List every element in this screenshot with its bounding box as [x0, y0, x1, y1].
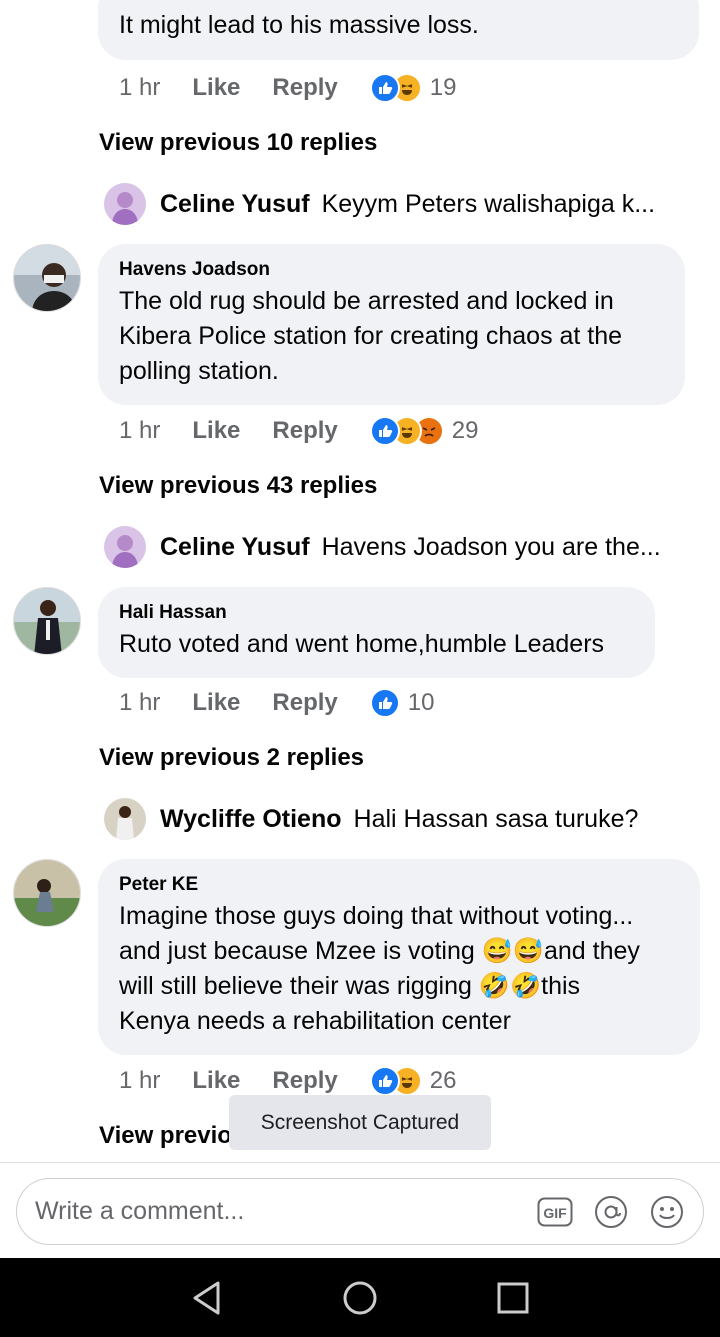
comment-text-line: polling station. — [119, 357, 279, 385]
comment-text-line: Kenya needs a rehabilitation center — [119, 1007, 511, 1035]
view-previous-replies[interactable]: View previous 2 replies — [99, 744, 364, 772]
screenshot-toast: Screenshot Captured — [229, 1095, 491, 1150]
comment-time: 1 hr — [119, 1067, 161, 1094]
comment-author[interactable]: Havens Joadson — [119, 258, 663, 282]
comment-input[interactable]: Write a comment... GIF — [16, 1178, 704, 1245]
gif-label: GIF — [543, 1205, 567, 1221]
reply-button[interactable]: Reply — [272, 417, 337, 445]
reply-author-name: Wycliffe Otieno — [160, 804, 342, 833]
like-button[interactable]: Like — [192, 417, 240, 445]
gif-icon[interactable]: GIF — [537, 1194, 573, 1230]
view-previous-replies[interactable]: View previous 43 replies — [99, 472, 377, 500]
reply-button[interactable]: Reply — [272, 1067, 337, 1095]
back-nav-icon[interactable] — [185, 1276, 229, 1320]
comment-time: 1 hr — [119, 74, 161, 101]
comment-author[interactable]: Hali Hassan — [119, 601, 633, 625]
comment-text-line: Imagine those guys doing that without vo… — [119, 902, 634, 930]
comment-bubble[interactable]: Havens Joadson The old rug should be arr… — [98, 244, 685, 405]
reply-author-name: Celine Yusuf — [160, 189, 310, 218]
comment-text: Ruto voted and went home,humble Leaders — [119, 630, 605, 658]
reaction-count: 29 — [451, 417, 479, 444]
avatar[interactable] — [13, 587, 81, 655]
reply-preview[interactable]: Celine Yusuf Havens Joadson you are the.… — [104, 526, 661, 568]
reply-preview[interactable]: Celine Yusuf Keyym Peters walishapiga k.… — [104, 183, 655, 225]
system-nav-bar — [0, 1258, 720, 1337]
composer-icons: GIF — [517, 1194, 685, 1230]
like-reaction-icon — [369, 416, 400, 446]
comment-time: 1 hr — [119, 417, 161, 444]
avatar[interactable] — [13, 244, 81, 312]
comment-actions: 1 hr Like Reply 29 — [119, 411, 478, 451]
comment-text-line: and just because Mzee is voting 😅😅and th… — [119, 937, 640, 965]
reactions-summary[interactable] — [369, 416, 444, 446]
view-previous-replies[interactable]: View previous 10 replies — [99, 129, 377, 157]
like-reaction-icon — [369, 1066, 400, 1096]
comment-text-line: The old rug should be arrested and locke… — [119, 287, 614, 315]
avatar[interactable] — [13, 859, 81, 927]
comment-input-placeholder: Write a comment... — [35, 1197, 245, 1225]
reactions-summary[interactable] — [369, 1066, 422, 1096]
comment-composer-bar: Write a comment... GIF — [0, 1162, 720, 1258]
comment-author[interactable]: Peter KE — [119, 873, 678, 897]
reactions-summary[interactable] — [369, 73, 422, 103]
reaction-count: 10 — [407, 689, 435, 716]
reply-text: Hali Hassan sasa turuke? — [353, 804, 639, 833]
reply-button[interactable]: Reply — [272, 74, 337, 102]
reactions-summary[interactable] — [369, 688, 400, 718]
comment-actions: 1 hr Like Reply 19 — [119, 68, 456, 108]
like-reaction-icon — [369, 688, 400, 718]
comment-bubble[interactable]: Hali Hassan Ruto voted and went home,hum… — [98, 587, 655, 678]
like-reaction-icon — [369, 73, 400, 103]
reply-author-name: Celine Yusuf — [160, 532, 310, 561]
recents-nav-icon[interactable] — [491, 1276, 535, 1320]
home-nav-icon[interactable] — [338, 1276, 382, 1320]
reaction-count: 26 — [429, 1067, 457, 1094]
comment-text-line: Kibera Police station for creating chaos… — [119, 322, 623, 350]
comment-bubble[interactable]: It might lead to his massive loss. — [98, 0, 699, 60]
reply-text: Keyym Peters walishapiga k... — [321, 189, 656, 218]
comment-bubble[interactable]: Peter KE Imagine those guys doing that w… — [98, 859, 700, 1055]
mention-icon[interactable] — [593, 1194, 629, 1230]
reply-button[interactable]: Reply — [272, 689, 337, 717]
comment-text: It might lead to his massive loss. — [119, 11, 479, 39]
reply-text: Havens Joadson you are the... — [321, 532, 661, 561]
comment-time: 1 hr — [119, 689, 161, 716]
avatar — [104, 798, 146, 840]
emoji-icon[interactable] — [649, 1194, 685, 1230]
like-button[interactable]: Like — [192, 74, 240, 102]
comments-screen: It might lead to his massive loss. 1 hr … — [0, 0, 720, 1337]
reply-preview[interactable]: Wycliffe Otieno Hali Hassan sasa turuke? — [104, 798, 638, 840]
comment-actions: 1 hr Like Reply 10 — [119, 683, 434, 723]
reaction-count: 19 — [429, 74, 457, 101]
avatar — [104, 183, 146, 225]
avatar — [104, 526, 146, 568]
comment-text-line: will still believe their was rigging 🤣🤣t… — [119, 972, 581, 1000]
like-button[interactable]: Like — [192, 689, 240, 717]
like-button[interactable]: Like — [192, 1067, 240, 1095]
